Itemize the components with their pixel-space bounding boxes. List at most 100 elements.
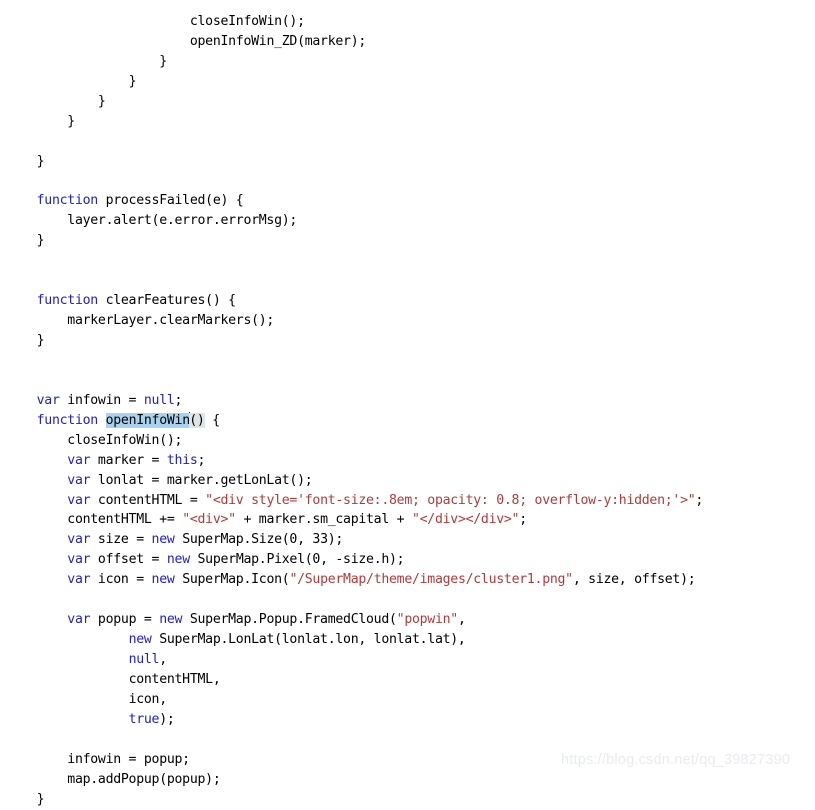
code-text: ; <box>174 392 183 408</box>
code-line[interactable]: } <box>0 72 815 92</box>
code-line[interactable]: closeInfoWin(); <box>0 12 815 32</box>
code-line[interactable] <box>0 371 815 391</box>
code-line[interactable]: } <box>0 152 815 172</box>
code-text: contentHTML += <box>67 512 183 528</box>
code-line[interactable]: } <box>0 92 815 112</box>
code-text: contentHTML = <box>90 492 206 508</box>
code-line[interactable] <box>0 351 815 371</box>
code-text: size = <box>90 532 152 548</box>
code-keyword: new <box>159 612 183 628</box>
code-text: icon, <box>128 691 168 707</box>
code-keyword: null <box>128 652 160 667</box>
code-text: layer.alert(e.error.errorMsg); <box>67 213 298 229</box>
code-text: } <box>159 53 167 69</box>
code-line[interactable]: contentHTML, <box>0 670 815 690</box>
code-keyword: new <box>151 532 175 548</box>
code-keyword: function <box>36 193 99 209</box>
code-keyword: true <box>128 711 160 727</box>
code-text: icon = <box>90 572 152 588</box>
code-line[interactable]: closeInfoWin(); <box>0 431 815 451</box>
code-keyword: var <box>67 452 91 468</box>
code-keyword: var <box>36 392 60 408</box>
code-line[interactable]: var contentHTML = "<div style='font-size… <box>0 491 815 511</box>
code-line[interactable] <box>0 172 815 192</box>
code-text: } <box>36 153 45 169</box>
code-text-area[interactable]: closeInfoWin(); openInfoWin_ZD(marker); … <box>0 12 815 810</box>
code-text: SuperMap.Pixel(0, -size.h); <box>189 552 405 568</box>
code-text: ; <box>197 452 206 468</box>
code-line[interactable]: null, <box>0 650 815 670</box>
code-string: "<div style='font-size:.8em; opacity: 0.… <box>205 492 696 508</box>
code-line[interactable]: true); <box>0 710 815 730</box>
code-line[interactable]: } <box>0 331 815 351</box>
code-line[interactable]: } <box>0 52 815 72</box>
code-keyword: var <box>67 612 91 628</box>
code-line[interactable]: var lonlat = marker.getLonLat(); <box>0 471 815 491</box>
code-editor[interactable]: closeInfoWin(); openInfoWin_ZD(marker); … <box>0 0 815 807</box>
code-line[interactable]: openInfoWin_ZD(marker); <box>0 32 815 52</box>
code-keyword: var <box>67 492 91 508</box>
code-text: processFailed(e) { <box>97 193 244 209</box>
code-line[interactable]: new SuperMap.LonLat(lonlat.lon, lonlat.l… <box>0 630 815 650</box>
code-keyword: function <box>36 412 99 428</box>
code-line[interactable]: var popup = new SuperMap.Popup.FramedClo… <box>0 610 815 630</box>
code-line[interactable]: var icon = new SuperMap.Icon("/SuperMap/… <box>0 570 815 590</box>
code-line[interactable] <box>0 271 815 291</box>
code-line[interactable]: layer.alert(e.error.errorMsg); <box>0 211 815 231</box>
watermark-text: https://blog.csdn.net/qq_39827390 <box>561 752 791 768</box>
code-line[interactable]: function processFailed(e) { <box>0 191 815 211</box>
code-line[interactable]: map.addPopup(popup); <box>0 770 815 790</box>
code-string: "<div>" <box>182 512 236 528</box>
code-line[interactable]: var marker = this; <box>0 451 815 471</box>
code-line[interactable]: } <box>0 231 815 251</box>
code-text: } <box>36 791 45 807</box>
code-text: ; <box>695 492 704 508</box>
code-text: , <box>457 612 466 628</box>
code-text: popup = <box>90 612 160 628</box>
code-text: markerLayer.clearMarkers(); <box>67 313 275 329</box>
code-text: marker = <box>90 452 167 468</box>
code-keyword: null <box>143 392 175 408</box>
bracket-match-highlight: () <box>189 412 205 428</box>
code-text: infowin = popup; <box>67 751 190 767</box>
code-line[interactable]: markerLayer.clearMarkers(); <box>0 311 815 331</box>
code-keyword: var <box>67 472 91 488</box>
code-line[interactable]: icon, <box>0 690 815 710</box>
code-line[interactable]: contentHTML += "<div>" + marker.sm_capit… <box>0 510 815 530</box>
code-line[interactable]: function openInfoWin() { <box>0 411 815 431</box>
code-line[interactable]: function clearFeatures() { <box>0 291 815 311</box>
code-line[interactable]: var infowin = null; <box>0 391 815 411</box>
code-text: } <box>128 73 137 89</box>
code-line[interactable]: var offset = new SuperMap.Pixel(0, -size… <box>0 550 815 570</box>
code-line[interactable]: var size = new SuperMap.Size(0, 33); <box>0 530 815 550</box>
code-line[interactable] <box>0 590 815 610</box>
code-line[interactable] <box>0 730 815 750</box>
code-string: "</div></div>" <box>411 512 520 528</box>
code-line[interactable] <box>0 251 815 271</box>
code-text: closeInfoWin(); <box>189 14 305 29</box>
code-line[interactable] <box>0 132 815 152</box>
code-line[interactable]: } <box>0 790 815 810</box>
code-keyword: var <box>67 552 91 568</box>
code-string: "popwin" <box>396 612 459 628</box>
code-text: SuperMap.Icon( <box>174 572 290 588</box>
code-line[interactable]: } <box>0 112 815 132</box>
